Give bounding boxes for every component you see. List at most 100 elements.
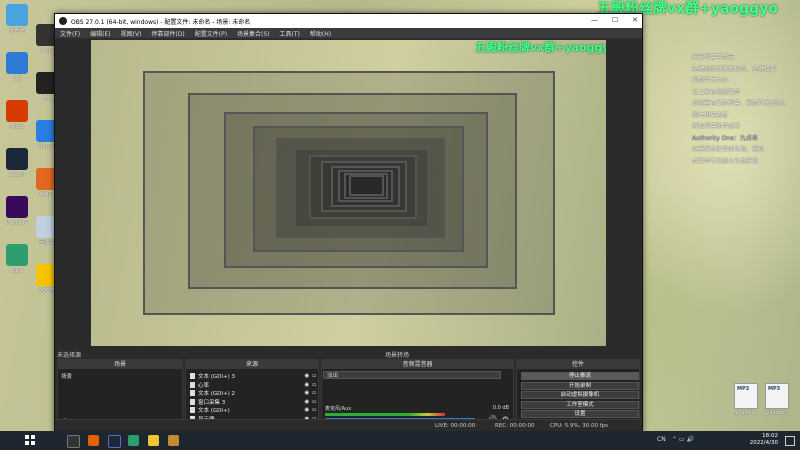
tray-language[interactable]: CN bbox=[657, 436, 666, 443]
note-line: 调整字体大小 bbox=[692, 77, 729, 84]
audio-mixer-header: 音频混音器 bbox=[322, 360, 513, 369]
desktop-app-label: QQ bbox=[13, 76, 21, 82]
obs-preview-canvas[interactable]: 五殿粉丝牌vx群+yaoggyo bbox=[91, 40, 606, 346]
mixer-level-bar bbox=[325, 413, 445, 416]
desktop-app-icon[interactable] bbox=[6, 148, 28, 170]
controls-dock-header: 控件 bbox=[517, 360, 639, 369]
obs-menubar: 文件(F) 编辑(E) 视图(V) 停靠部件(D) 配置文件(P) 场景集合(S) 工具(T… bbox=[55, 28, 642, 38]
start-icon[interactable] bbox=[25, 435, 35, 445]
lock-icon[interactable]: ▫ bbox=[312, 399, 316, 405]
source-type-icon bbox=[190, 373, 195, 379]
live-indicator: LIVE: 00:00:00 bbox=[435, 423, 476, 429]
desktop-app-label: Premiere bbox=[5, 220, 29, 226]
scene-strip: 未选择源 bbox=[57, 352, 82, 359]
source-item[interactable]: 窗口采集 3 ◉ ▫ bbox=[190, 398, 316, 406]
note-line: 添加弹幕助手成功 bbox=[692, 123, 741, 130]
menu-item[interactable]: 帮助(H) bbox=[310, 29, 331, 38]
obs-titlebar[interactable]: OBS 27.0.1 (64-bit, windows) - 配置文件: 未命名… bbox=[55, 14, 642, 28]
desktop-app-label: 此电脑 bbox=[9, 28, 25, 34]
source-type-icon bbox=[190, 398, 195, 405]
recursive-preview-frame bbox=[349, 175, 385, 197]
visibility-eye-icon[interactable]: ◉ bbox=[304, 407, 309, 413]
lock-icon[interactable]: ▫ bbox=[312, 390, 316, 396]
obs-title: OBS 27.0.1 (64-bit, windows) - 配置文件: 未命名… bbox=[71, 18, 251, 26]
source-name: 心率 bbox=[198, 382, 210, 389]
scene-transitions-header: 场景转场 bbox=[385, 352, 410, 359]
steam-taskbar-icon[interactable] bbox=[108, 435, 121, 448]
edge-taskbar-icon[interactable] bbox=[128, 435, 139, 446]
menu-item[interactable]: 文件(F) bbox=[60, 29, 80, 38]
control-button[interactable]: 停止推流 bbox=[521, 372, 639, 380]
close-icon[interactable]: ✕ bbox=[632, 16, 638, 24]
note-line: 粗体和描边等 bbox=[692, 111, 729, 119]
desktop-app-label: Edge bbox=[10, 268, 24, 274]
source-name: 文本 (GDI+) 3 bbox=[198, 374, 236, 380]
mp3-file-icon[interactable]: MP3 bbox=[765, 383, 789, 409]
danmaku-notes-panel: 送出弹幕可点击 左键拖动可改变位置，左键拉伸 调整字体大小 右上角有设置菜单 设置里有显… bbox=[692, 52, 798, 167]
note-line: 左键拖动可改变位置，左键拉伸 bbox=[692, 65, 777, 73]
firefox-taskbar-icon[interactable] bbox=[88, 435, 99, 446]
desktop-app-icon[interactable] bbox=[6, 4, 28, 26]
desktop-app-icon[interactable] bbox=[6, 244, 28, 266]
control-button[interactable]: 开始录制 bbox=[521, 381, 639, 390]
menu-item[interactable]: 工具(T) bbox=[280, 29, 300, 38]
menu-item[interactable]: 停靠部件(D) bbox=[151, 29, 184, 38]
source-name: 文本 (GDI+) bbox=[198, 408, 230, 414]
visibility-eye-icon[interactable]: ◉ bbox=[304, 382, 309, 388]
lock-icon[interactable]: ▫ bbox=[312, 382, 316, 388]
folder-taskbar-icon[interactable] bbox=[148, 435, 159, 446]
maximize-icon[interactable]: ☐ bbox=[612, 16, 618, 24]
source-name: 文本 (GDI+) 2 bbox=[198, 391, 236, 397]
app-taskbar-icon[interactable] bbox=[168, 435, 179, 446]
obs-taskbar-icon[interactable] bbox=[67, 435, 80, 448]
source-type-icon bbox=[190, 381, 195, 388]
source-type-icon bbox=[190, 407, 195, 413]
taskbar-clock[interactable]: 18:02 2022/4/30 bbox=[750, 433, 778, 447]
note-line: Authority One：九点来 bbox=[692, 134, 758, 142]
control-button[interactable]: 工作室模式 bbox=[521, 400, 639, 409]
transition-mode-select[interactable]: 淡出 bbox=[323, 371, 501, 379]
tray-icons[interactable]: ⌃ ▭ 🔊 bbox=[672, 436, 694, 443]
clock-date: 2022/4/30 bbox=[749, 440, 778, 446]
minimize-icon[interactable]: — bbox=[591, 16, 598, 24]
desktop-app-label: Steam bbox=[8, 172, 26, 178]
obs-logo-icon bbox=[59, 17, 67, 25]
desktop-app-icon[interactable] bbox=[6, 196, 28, 218]
clock-time: 18:02 bbox=[762, 433, 778, 439]
rec-indicator: REC: 00:00:00 bbox=[495, 423, 535, 429]
taskbar: CN ⌃ ▭ 🔊 18:02 2022/4/30 bbox=[0, 431, 800, 450]
source-type-icon bbox=[190, 390, 195, 396]
menu-item[interactable]: 场景集合(S) bbox=[237, 29, 270, 38]
source-item[interactable]: 心率 ◉ ▫ bbox=[190, 381, 316, 389]
lock-icon[interactable]: ▫ bbox=[312, 373, 316, 379]
scenes-dock-header: 场景 bbox=[58, 360, 182, 369]
obs-window[interactable]: OBS 27.0.1 (64-bit, windows) - 配置文件: 未命名… bbox=[54, 13, 643, 433]
visibility-eye-icon[interactable]: ◉ bbox=[304, 399, 309, 405]
mp3-file-icon[interactable]: MP3 bbox=[734, 383, 758, 409]
sources-dock-header: 来源 bbox=[186, 360, 318, 369]
menu-item[interactable]: 配置文件(P) bbox=[195, 29, 227, 38]
mixer-track-name: 麦克风/Aux bbox=[325, 406, 352, 412]
note-line: 点菜单可设置小礼物屏蔽 bbox=[692, 157, 759, 165]
desktop-app-icon[interactable] bbox=[6, 52, 28, 74]
source-item[interactable]: 文本 (GDI+) ◉ ▫ bbox=[190, 406, 316, 414]
visibility-eye-icon[interactable]: ◉ bbox=[304, 373, 309, 379]
cpu-indicator: CPU: 5.9%, 30.00 fps bbox=[550, 423, 609, 429]
scene-item[interactable]: 场景 bbox=[61, 372, 72, 380]
preview-watermark: 五殿粉丝牌vx群+yaoggyo bbox=[475, 41, 606, 54]
mp3-file-label: yoasobi bbox=[735, 410, 755, 416]
lock-icon[interactable]: ▫ bbox=[312, 407, 316, 413]
control-button[interactable]: 设置 bbox=[521, 410, 639, 418]
notification-icon[interactable] bbox=[785, 436, 795, 446]
source-name: 窗口采集 3 bbox=[198, 399, 226, 406]
mixer-track-db: 0.0 dB bbox=[492, 405, 509, 411]
note-line: 送出弹幕可点击 bbox=[692, 54, 735, 61]
visibility-eye-icon[interactable]: ◉ bbox=[304, 390, 309, 396]
menu-item[interactable]: 编辑(E) bbox=[90, 29, 110, 38]
desktop-app-icon[interactable] bbox=[6, 100, 28, 122]
source-item[interactable]: 文本 (GDI+) 2 ◉ ▫ bbox=[190, 389, 316, 397]
source-item[interactable]: 文本 (GDI+) 3 ◉ ▫ bbox=[190, 372, 316, 380]
control-button[interactable]: 启动虚拟摄像机 bbox=[521, 391, 639, 399]
menu-item[interactable]: 视图(V) bbox=[121, 29, 142, 38]
note-line: 这里展示收到的礼物、通知 bbox=[692, 146, 765, 153]
